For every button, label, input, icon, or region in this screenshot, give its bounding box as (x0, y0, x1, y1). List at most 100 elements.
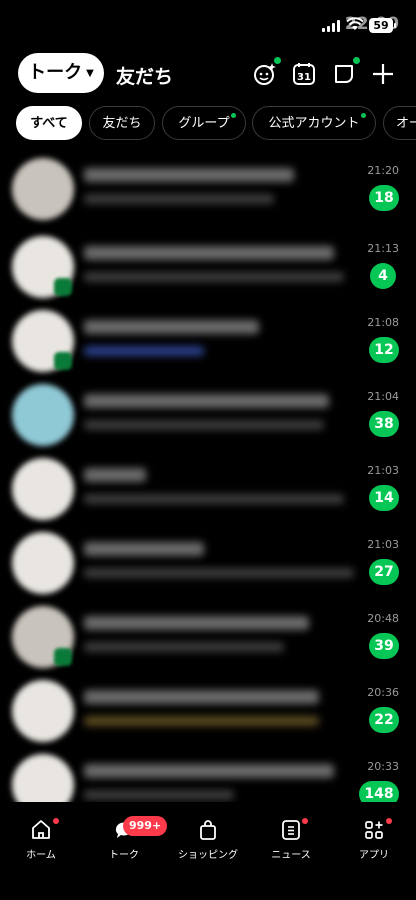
chat-time: 21:13 (367, 242, 399, 255)
unread-count: 27 (369, 559, 399, 585)
avatar (12, 384, 74, 446)
filter-official-accounts[interactable]: 公式アカウント (252, 106, 376, 140)
tab-apps-label: アプリ (359, 850, 389, 861)
chat-row[interactable]: 21:04 38 (0, 378, 416, 450)
chat-time: 21:20 (367, 164, 399, 177)
unread-count: 4 (370, 263, 396, 289)
avatar (12, 458, 74, 520)
chat-list: 21:20 18 21:13 4 21:08 12 21:04 38 21:03… (0, 152, 416, 802)
wifi-icon (346, 17, 364, 30)
filter-groups[interactable]: グループ (162, 106, 246, 140)
tab-shopping-label: ショッピング (178, 850, 238, 861)
chat-name-redacted (84, 690, 319, 704)
home-icon (32, 820, 50, 839)
status-bar: 22:00 59 (0, 0, 416, 48)
unread-count: 22 (369, 707, 399, 733)
calendar-icon[interactable]: 31 (291, 61, 317, 87)
talk-tab-label: トーク (28, 62, 83, 83)
groups-notification-dot (231, 113, 236, 118)
chat-name-redacted (84, 764, 334, 778)
chat-time: 21:03 (367, 538, 399, 551)
tab-news-label: ニュース (271, 850, 311, 861)
filter-friends[interactable]: 友だち (89, 106, 155, 140)
chat-time: 21:03 (367, 464, 399, 477)
avatar (12, 158, 74, 220)
chat-row[interactable]: 20:33 148 (0, 748, 416, 802)
openchat-icon[interactable] (331, 61, 357, 87)
status-time: 22:00 (30, 14, 399, 34)
apps-grid-icon (365, 821, 383, 839)
chat-preview-redacted (84, 790, 234, 800)
chat-preview-redacted (84, 272, 344, 282)
home-notification-dot (53, 818, 59, 824)
tab-shopping[interactable]: ショッピング (168, 818, 248, 861)
chat-row[interactable]: 21:03 14 (0, 452, 416, 524)
add-icon[interactable] (370, 61, 396, 87)
avatar (12, 680, 74, 742)
tab-news[interactable]: ニュース (251, 818, 331, 861)
tab-apps[interactable]: アプリ (334, 818, 414, 861)
avatar (12, 532, 74, 594)
chat-time: 21:04 (367, 390, 399, 403)
chat-preview-redacted (84, 494, 344, 504)
unread-count: 39 (369, 633, 399, 659)
status-badge (54, 352, 72, 370)
chat-preview-redacted (84, 194, 274, 204)
talk-unread-badge: 999+ (123, 816, 168, 836)
unread-count: 18 (369, 185, 399, 211)
tab-home[interactable]: ホーム (1, 818, 81, 861)
chat-name-redacted (84, 168, 294, 182)
chat-row[interactable]: 21:13 4 (0, 230, 416, 302)
tab-home-label: ホーム (26, 850, 56, 861)
news-notification-dot (302, 818, 308, 824)
chevron-down-icon: ▼ (86, 68, 94, 79)
ai-notification-dot (274, 57, 281, 64)
top-header: トーク ▼ 友だち 31 (0, 52, 416, 96)
filter-groups-label: グループ (178, 116, 230, 131)
friends-tab[interactable]: 友だち (116, 62, 173, 89)
ai-sparkle-icon[interactable] (252, 61, 278, 87)
chat-name-redacted (84, 320, 259, 334)
tab-talk-label: トーク (109, 850, 139, 861)
chat-row[interactable]: 21:20 18 (0, 152, 416, 224)
chat-row[interactable]: 21:03 27 (0, 526, 416, 598)
chat-name-redacted (84, 542, 204, 556)
battery-indicator: 59 (369, 18, 396, 33)
talk-tab-selector[interactable]: トーク ▼ (18, 53, 104, 93)
svg-text:31: 31 (297, 72, 311, 83)
chat-time: 20:48 (367, 612, 399, 625)
filter-more[interactable]: オー (383, 106, 416, 140)
chat-name-redacted (84, 468, 146, 482)
status-badge (54, 278, 72, 296)
shopping-bag-icon (200, 820, 216, 840)
unread-count: 14 (369, 485, 399, 511)
unread-count: 12 (369, 337, 399, 363)
chat-row[interactable]: 21:08 12 (0, 304, 416, 376)
chat-time: 20:36 (367, 686, 399, 699)
apps-notification-dot (386, 818, 392, 824)
bottom-tab-bar: ホーム トーク 999+ ショッピング ニュース アプリ (0, 812, 416, 900)
chat-preview-redacted (84, 568, 354, 578)
chat-preview-redacted (84, 642, 284, 652)
chat-row[interactable]: 20:36 22 (0, 674, 416, 746)
status-badge (54, 648, 72, 666)
avatar (12, 754, 74, 802)
chat-row[interactable]: 20:48 39 (0, 600, 416, 672)
chat-time: 20:33 (367, 760, 399, 773)
chat-name-redacted (84, 394, 329, 408)
news-icon (282, 820, 300, 840)
openchat-notification-dot (353, 57, 360, 64)
signal-icon (322, 20, 342, 32)
chat-time: 21:08 (367, 316, 399, 329)
chat-preview-redacted (84, 716, 319, 726)
filter-chips: すべて 友だち グループ 公式アカウント オー (0, 106, 416, 142)
unread-count: 38 (369, 411, 399, 437)
chat-preview-redacted (84, 420, 324, 430)
chat-name-redacted (84, 616, 309, 630)
chat-name-redacted (84, 246, 334, 260)
official-notification-dot (361, 113, 366, 118)
chat-preview-redacted (84, 346, 204, 356)
filter-official-label: 公式アカウント (268, 116, 360, 131)
unread-count: 148 (359, 781, 399, 802)
filter-all[interactable]: すべて (16, 106, 82, 140)
